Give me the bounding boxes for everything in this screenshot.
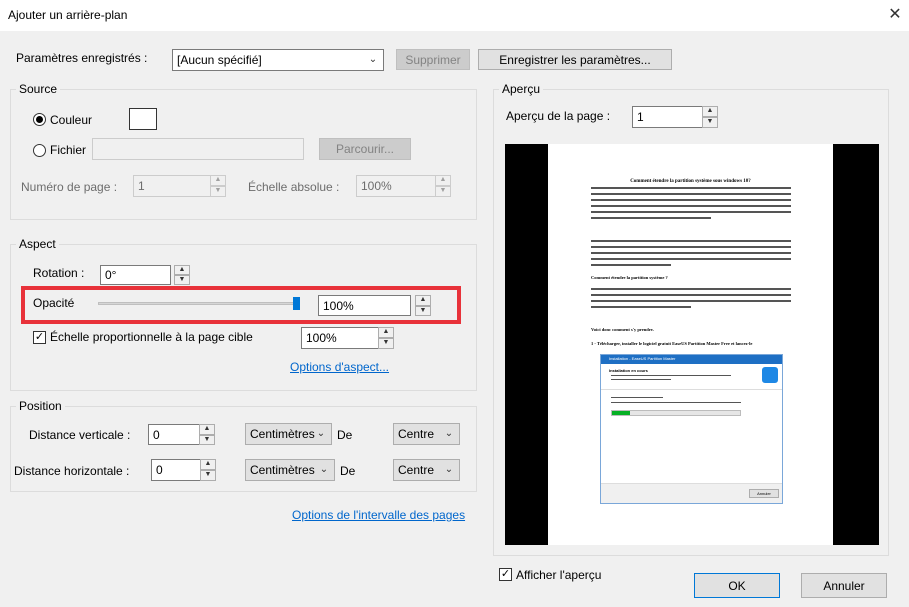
chevron-down-icon: ⌄ <box>316 428 326 439</box>
preview-page-input[interactable]: 1 <box>632 106 703 128</box>
browse-button[interactable]: Parcourir... <box>319 138 411 160</box>
horizontal-of-label: De <box>340 464 356 478</box>
proportional-scale-spinner[interactable]: ▲ ▼ <box>378 327 394 349</box>
vertical-distance-input[interactable]: 0 <box>148 424 200 445</box>
file-path-input[interactable] <box>92 138 304 160</box>
absolute-scale-input[interactable]: 100% <box>356 175 436 197</box>
rotation-input[interactable]: 0° <box>100 265 171 285</box>
doc-step1: 1 - Télécharger, installer le logiciel g… <box>591 341 753 346</box>
file-radio[interactable] <box>33 144 46 157</box>
rotation-spinner[interactable]: ▲ ▼ <box>174 265 190 285</box>
installer-title: Installation - EaseUS Partition Master <box>609 356 676 361</box>
rotation-label: Rotation : <box>33 266 85 280</box>
vertical-of-label: De <box>337 428 353 442</box>
close-icon[interactable]: ✕ <box>884 4 906 26</box>
opacity-spinner[interactable]: ▲ ▼ <box>415 295 431 316</box>
opacity-input[interactable]: 100% <box>318 295 411 316</box>
ok-button[interactable]: OK <box>694 573 780 598</box>
horizontal-unit-value: Centimètres <box>250 463 315 477</box>
window-title: Ajouter un arrière-plan <box>8 8 128 22</box>
position-legend: Position <box>16 399 65 413</box>
color-label: Couleur <box>50 113 93 127</box>
installer-progress-fill <box>612 411 630 415</box>
horizontal-anchor-select[interactable]: Centre ⌄ <box>393 459 460 481</box>
installer-progress-track <box>611 410 741 416</box>
saved-settings-select[interactable]: [Aucun spécifié] ⌄ <box>172 49 384 71</box>
page-number-spinner[interactable]: ▲ ▼ <box>210 175 226 197</box>
horizontal-distance-spinner[interactable]: ▲ ▼ <box>200 459 216 481</box>
preview-page: Comment étendre la partition système sou… <box>548 144 833 545</box>
chevron-down-icon: ⌄ <box>444 428 454 439</box>
title-bar <box>0 0 909 31</box>
absolute-scale-spinner[interactable]: ▲ ▼ <box>435 175 451 197</box>
show-preview-label: Afficher l'aperçu <box>516 568 602 582</box>
color-swatch[interactable] <box>129 108 157 130</box>
absolute-scale-label: Échelle absolue : <box>248 180 340 194</box>
opacity-slider-thumb[interactable] <box>293 297 300 310</box>
installer-status: Installation en cours <box>609 368 648 373</box>
vertical-distance-label: Distance verticale : <box>29 428 131 442</box>
page-range-options-link[interactable]: Options de l'intervalle des pages <box>292 508 465 522</box>
horizontal-anchor-value: Centre <box>398 463 435 477</box>
cancel-button[interactable]: Annuler <box>801 573 887 598</box>
delete-settings-button[interactable]: Supprimer <box>396 49 470 70</box>
doc-heading: Comment étendre la partition système sou… <box>630 179 751 184</box>
installer-logo <box>762 367 778 383</box>
installer-screenshot: Installation - EaseUS Partition Master I… <box>600 354 783 504</box>
file-label: Fichier <box>50 143 87 157</box>
saved-settings-label: Paramètres enregistrés : <box>16 51 148 65</box>
page-number-input[interactable]: 1 <box>133 175 211 197</box>
doc-paragraph-2 <box>591 240 791 266</box>
installer-files <box>611 397 741 403</box>
chevron-down-icon: ⌄ <box>444 464 454 475</box>
save-settings-button[interactable]: Enregistrer les paramètres... <box>478 49 672 70</box>
doc-question: Comment étendre la partition système ? <box>591 275 668 280</box>
vertical-distance-spinner[interactable]: ▲ ▼ <box>199 424 215 445</box>
vertical-unit-value: Centimètres <box>250 427 315 441</box>
show-preview-checkbox[interactable]: ✓ <box>499 568 512 581</box>
proportional-scale-label: Échelle proportionnelle à la page cible <box>50 330 253 344</box>
horizontal-distance-input[interactable]: 0 <box>151 459 203 481</box>
doc-paragraph-1 <box>591 187 791 219</box>
preview-page-label: Aperçu de la page : <box>506 109 611 123</box>
proportional-scale-checkbox[interactable]: ✓ <box>33 331 46 344</box>
aspect-legend: Aspect <box>16 237 59 251</box>
preview-page-spinner[interactable]: ▲ ▼ <box>702 106 718 128</box>
vertical-unit-select[interactable]: Centimètres ⌄ <box>245 423 332 445</box>
horizontal-distance-label: Distance horizontale : <box>14 464 130 478</box>
proportional-scale-input[interactable]: 100% <box>301 327 379 349</box>
vertical-anchor-value: Centre <box>398 427 435 441</box>
chevron-down-icon: ⌄ <box>368 54 378 65</box>
source-legend: Source <box>16 82 61 96</box>
page-number-label: Numéro de page : <box>21 180 118 194</box>
opacity-slider-track[interactable] <box>98 302 300 305</box>
doc-paragraph-3 <box>591 288 791 308</box>
preview-legend: Aperçu <box>499 82 544 96</box>
installer-desc <box>611 375 731 380</box>
aspect-options-link[interactable]: Options d'aspect... <box>290 360 389 374</box>
installer-cancel-button: Annuler <box>749 489 779 498</box>
horizontal-unit-select[interactable]: Centimètres ⌄ <box>245 459 335 481</box>
doc-steps: Voici donc comment s'y prendre. <box>591 327 654 332</box>
opacity-label: Opacité <box>33 296 75 310</box>
vertical-anchor-select[interactable]: Centre ⌄ <box>393 423 460 445</box>
chevron-down-icon: ⌄ <box>319 464 329 475</box>
saved-settings-value: [Aucun spécifié] <box>177 53 262 67</box>
color-radio[interactable] <box>33 113 46 126</box>
